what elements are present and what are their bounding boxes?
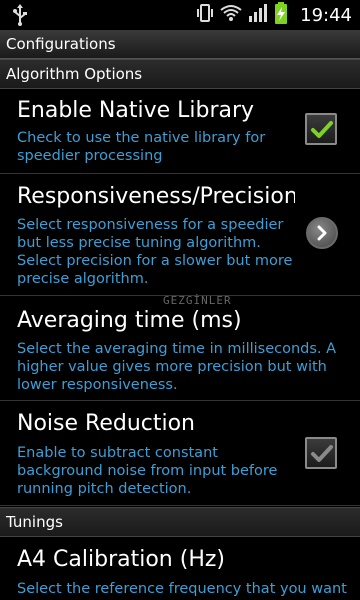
vibrate-icon [196,3,214,27]
pref-native-library[interactable]: Enable Native Library Check to use the n… [0,88,360,174]
pref-title: Averaging time (ms) [17,308,242,333]
pref-title: Noise Reduction [17,411,195,436]
pref-title: Responsiveness/Precision [17,184,295,209]
usb-icon [12,4,28,26]
title-bar: Configurations [0,30,360,59]
check-icon [311,121,333,138]
signal-icon [248,4,268,26]
section-header-tunings: Tunings [0,507,360,537]
battery-icon [274,2,288,28]
wifi-icon [220,4,242,26]
native-library-checkbox[interactable] [305,113,337,145]
clock: 19:44 [300,4,352,26]
check-icon [311,445,333,462]
page-title: Configurations [6,35,116,53]
status-bar: 19:44 [0,0,360,30]
chevron-right-icon[interactable] [306,217,338,249]
section-header-algorithm: Algorithm Options [0,59,360,89]
section-title: Algorithm Options [6,65,143,83]
pref-noise-reduction[interactable]: Noise Reduction Enable to subtract const… [0,401,360,506]
pref-summary: Select the averaging time in millisecond… [17,341,337,393]
pref-responsiveness[interactable]: Responsiveness/Precision Select responsi… [0,174,360,296]
pref-averaging-time[interactable]: Averaging time (ms) Select the averaging… [0,296,360,401]
pref-summary: Enable to subtract constant background n… [17,445,278,497]
section-title: Tunings [6,513,63,531]
pref-title: A4 Calibration (Hz) [17,547,225,572]
pref-summary: Select the reference frequency that you … [17,581,347,597]
pref-a4-calibration[interactable]: A4 Calibration (Hz) Select the reference… [0,536,360,600]
pref-title: Enable Native Library [17,98,255,123]
noise-reduction-checkbox[interactable] [305,437,337,469]
pref-summary: Check to use the native library for spee… [17,130,266,164]
pref-summary: Select responsiveness for a speedier but… [17,217,293,287]
